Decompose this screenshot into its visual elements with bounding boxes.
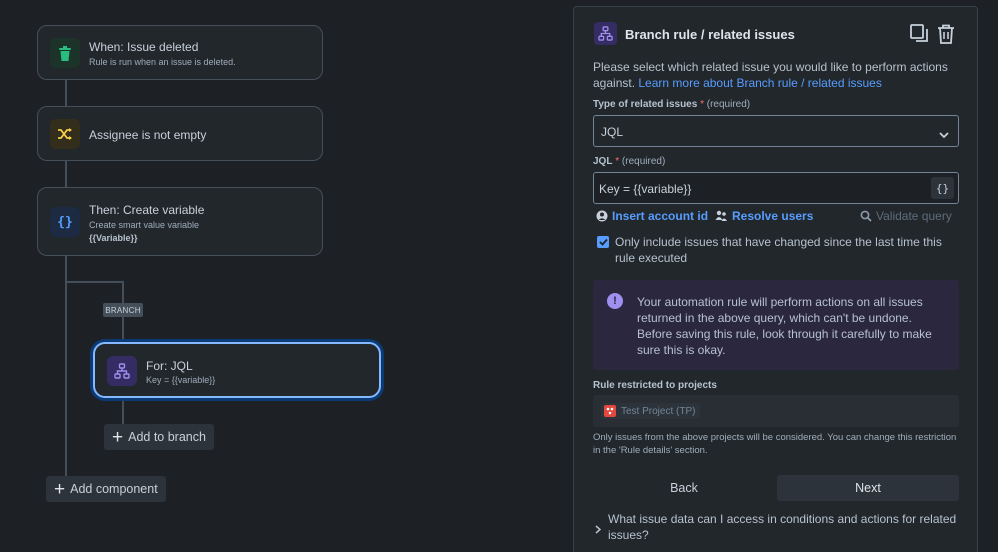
project-chip: Test Project (TP) <box>601 403 701 419</box>
config-panel: Branch rule / related issues Please sele… <box>573 6 978 552</box>
connector-line <box>65 79 67 107</box>
trigger-subtitle: Rule is run when an issue is deleted. <box>89 57 236 67</box>
branch-node-subtitle: Key = {{variable}} <box>146 375 216 385</box>
project-chip-label: Test Project (TP) <box>621 405 696 417</box>
add-component-label: Add component <box>70 482 158 496</box>
type-select[interactable]: JQL <box>593 115 959 147</box>
shuffle-icon <box>50 119 80 149</box>
jql-label-text: JQL <box>593 156 613 167</box>
project-select: Test Project (TP) <box>593 395 959 427</box>
required-star: * <box>615 156 620 167</box>
type-select-value: JQL <box>601 125 624 139</box>
type-label: Type of related issues * (required) <box>593 99 750 110</box>
next-button[interactable]: Next <box>777 475 959 501</box>
branch-connector <box>122 398 124 426</box>
plus-icon: + <box>112 426 124 448</box>
jql-input-value: Key = {{variable}} <box>599 182 692 196</box>
back-button[interactable]: Back <box>593 475 775 501</box>
action-subtitle: Create smart value variable <box>89 220 200 230</box>
required-text: (required) <box>706 99 751 110</box>
branch-connector <box>65 281 123 283</box>
hierarchy-icon <box>107 356 137 386</box>
info-section-message: ! Your automation rule will perform acti… <box>593 280 959 370</box>
user-icon <box>596 210 608 222</box>
projects-helper-text: Only issues from the above projects will… <box>593 432 957 456</box>
jql-label: JQL * (required) <box>593 156 665 167</box>
branch-jql-node[interactable]: For: JQL Key = {{variable}} <box>93 342 381 398</box>
copy-icon[interactable] <box>910 24 929 48</box>
checkmark-icon <box>598 238 608 246</box>
trigger-node[interactable]: When: Issue deleted Rule is run when an … <box>37 25 323 80</box>
changed-issues-checkbox[interactable] <box>597 236 609 248</box>
insert-account-id-label: Insert account id <box>612 209 709 223</box>
project-avatar-icon <box>604 405 616 417</box>
connector-line <box>65 160 67 188</box>
insert-account-id-button[interactable]: Insert account id <box>596 209 708 223</box>
trash-icon <box>50 38 80 68</box>
learn-more-link[interactable]: Learn more about Branch rule / related i… <box>638 76 881 90</box>
action-node[interactable]: {} Then: Create variable Create smart va… <box>37 187 323 256</box>
panel-title: Branch rule / related issues <box>625 27 795 42</box>
branch-tag: BRANCH <box>103 303 143 317</box>
action-variable: {{Variable}} <box>89 233 138 243</box>
chevron-right-icon[interactable] <box>595 521 602 539</box>
action-title: Then: Create variable <box>89 203 205 217</box>
info-icon: ! <box>607 293 623 309</box>
projects-label-text: Rule restricted to projects <box>593 380 717 391</box>
required-text: (required) <box>621 156 666 167</box>
trash-icon[interactable] <box>937 24 955 49</box>
add-to-branch-label: Add to branch <box>128 430 206 444</box>
resolve-users-label: Resolve users <box>732 209 814 223</box>
condition-title: Assignee is not empty <box>89 128 207 142</box>
projects-label: Rule restricted to projects <box>593 380 717 391</box>
braces-icon: {} <box>50 207 80 237</box>
add-component-button[interactable]: + Add component <box>46 476 166 502</box>
smart-value-button[interactable]: {} <box>931 177 954 199</box>
panel-description: Please select which related issue you wo… <box>593 59 963 91</box>
add-to-branch-button[interactable]: + Add to branch <box>104 424 214 450</box>
info-message-text: Your automation rule will perform action… <box>637 295 932 357</box>
checkbox-label: Only include issues that have changed si… <box>615 235 942 265</box>
plus-icon: + <box>54 478 66 500</box>
jql-input[interactable]: Key = {{variable}} {} <box>593 172 959 204</box>
search-icon <box>860 210 872 222</box>
condition-node[interactable]: Assignee is not empty <box>37 106 323 161</box>
validate-query-button[interactable]: Validate query <box>860 209 952 223</box>
resolve-users-button[interactable]: Resolve users <box>715 209 813 223</box>
hierarchy-icon <box>594 22 617 45</box>
required-star: * <box>700 99 704 110</box>
validate-query-label: Validate query <box>876 209 952 223</box>
type-label-text: Type of related issues <box>593 99 698 110</box>
faq-expander[interactable]: What issue data can I access in conditio… <box>608 511 958 543</box>
users-icon <box>715 210 727 221</box>
branch-node-title: For: JQL <box>146 359 193 373</box>
trigger-title: When: Issue deleted <box>89 40 199 54</box>
chevron-down-icon <box>939 126 949 144</box>
connector-line <box>65 255 67 476</box>
